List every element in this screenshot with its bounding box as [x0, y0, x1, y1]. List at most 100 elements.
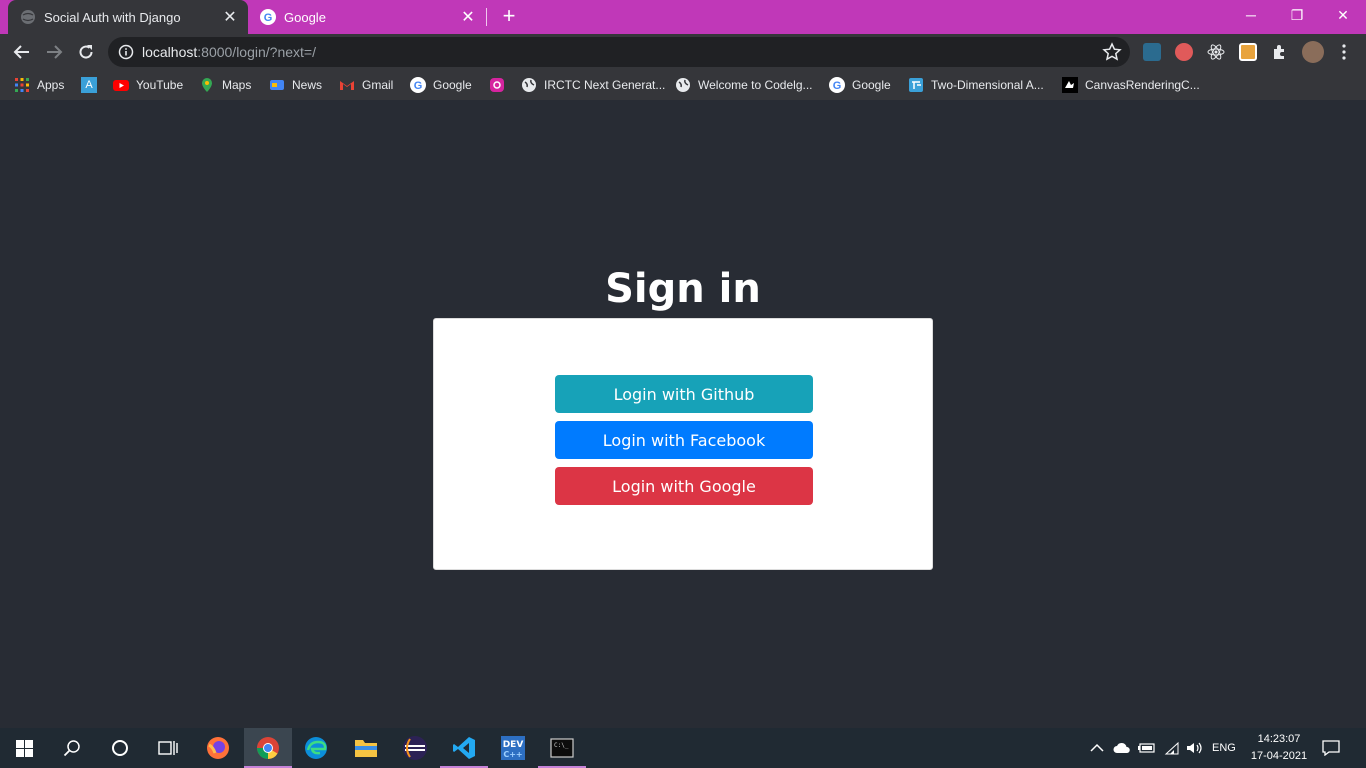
clock-date: 17-04-2021: [1250, 750, 1308, 762]
mdn-icon: [1062, 77, 1078, 93]
menu-kebab-icon[interactable]: [1332, 38, 1356, 66]
bookmark-maps[interactable]: Maps: [199, 76, 251, 94]
system-clock[interactable]: 14:23:07 17-04-2021: [1250, 731, 1308, 765]
page-title: Sign in: [605, 266, 761, 312]
bookmark-two-dimensional[interactable]: Two-Dimensional A...: [908, 76, 1044, 94]
input-language-button[interactable]: ENG: [1212, 728, 1240, 768]
windows-taskbar: DEV C++ C:\_ ENG 14:23:07 17-04-2021: [0, 728, 1366, 768]
bookmark-google[interactable]: G Google: [410, 76, 472, 94]
onedrive-button[interactable]: [1113, 728, 1133, 768]
bookmark-irctc[interactable]: IRCTC Next Generat...: [521, 76, 665, 94]
minimize-button[interactable]: ─: [1228, 0, 1274, 30]
taskbar-firefox[interactable]: [194, 728, 242, 768]
login-github-button[interactable]: Login with Github: [555, 375, 813, 413]
wifi-icon: [1164, 741, 1179, 755]
globe-icon: [21, 10, 35, 24]
svg-text:G: G: [833, 80, 842, 92]
bookmark-label: Welcome to Codelg...: [698, 78, 813, 92]
bookmark-codelg[interactable]: Welcome to Codelg...: [675, 76, 813, 94]
bookmark-a[interactable]: A: [81, 76, 104, 94]
restore-button[interactable]: ❐: [1274, 0, 1320, 30]
bookmark-label: YouTube: [136, 78, 184, 92]
bookmark-apps[interactable]: Apps: [14, 76, 64, 94]
news-icon: [270, 80, 284, 90]
close-tab-icon[interactable]: ✕: [220, 7, 240, 27]
cortana-button[interactable]: [96, 728, 144, 768]
task-view-icon: [158, 741, 178, 755]
apps-grid-icon: [15, 78, 29, 92]
puzzle-extensions-icon[interactable]: [1271, 43, 1289, 61]
action-center-button[interactable]: [1322, 728, 1344, 768]
bookmark-gmail[interactable]: Gmail: [339, 76, 393, 94]
battery-button[interactable]: [1138, 728, 1158, 768]
cortana-icon: [112, 740, 128, 756]
bookmark-canvas[interactable]: CanvasRenderingC...: [1062, 76, 1200, 94]
page-content: Sign in Login with Github Login with Fac…: [0, 100, 1366, 728]
bookmark-instagram[interactable]: [489, 76, 512, 94]
taskbar-edge[interactable]: [292, 728, 340, 768]
taskbar-terminal[interactable]: C:\_: [538, 728, 586, 768]
vscode-icon: [453, 737, 475, 759]
tab-title: Social Auth with Django: [44, 9, 181, 25]
login-google-button[interactable]: Login with Google: [555, 467, 813, 505]
arrow-left-icon: [13, 45, 29, 59]
svg-text:G: G: [414, 80, 423, 92]
close-window-button[interactable]: ✕: [1320, 0, 1366, 30]
back-button[interactable]: [8, 38, 36, 66]
bookmark-news[interactable]: News: [269, 76, 322, 94]
url-text[interactable]: localhost:8000/login/?next=/: [142, 44, 316, 60]
profile-avatar[interactable]: [1302, 41, 1324, 63]
windows-start-icon: [15, 739, 33, 757]
colorpicker-extension-icon[interactable]: [1239, 43, 1257, 61]
windows-start-button[interactable]: [0, 728, 48, 768]
taskbar-devcpp[interactable]: DEV C++: [489, 728, 537, 768]
bookmarks-bar: Apps A YouTube Maps News Gmail G Google …: [0, 70, 1366, 100]
globe-icon: [676, 78, 690, 92]
tab-google[interactable]: G Google ✕: [248, 0, 486, 34]
task-view-button[interactable]: [144, 728, 192, 768]
browser-toolbar: localhost:8000/login/?next=/: [0, 34, 1366, 70]
globe-icon: [522, 78, 536, 92]
tab-social-auth[interactable]: Social Auth with Django ✕: [8, 0, 248, 34]
login-facebook-button[interactable]: Login with Facebook: [555, 421, 813, 459]
new-tab-button[interactable]: +: [498, 5, 520, 28]
close-tab-icon[interactable]: ✕: [458, 7, 478, 27]
bookmark-label: IRCTC Next Generat...: [544, 78, 666, 92]
blue-doc-icon: [909, 78, 923, 92]
reload-button[interactable]: [72, 38, 100, 66]
wifi-button[interactable]: [1164, 728, 1184, 768]
react-devtools-icon[interactable]: [1207, 43, 1225, 61]
camera-extension-icon[interactable]: [1143, 43, 1161, 61]
taskbar-chrome[interactable]: [244, 728, 292, 768]
volume-button[interactable]: [1186, 728, 1206, 768]
a-square-icon: A: [81, 77, 97, 93]
clock-time: 14:23:07: [1257, 733, 1301, 745]
svg-text:DEV: DEV: [503, 740, 524, 750]
svg-text:G: G: [264, 12, 273, 24]
arrow-right-icon: [47, 45, 63, 59]
bookmark-label: Google: [852, 78, 891, 92]
reload-icon: [79, 45, 93, 59]
show-hidden-icons-button[interactable]: [1090, 728, 1108, 768]
star-bookmark-icon[interactable]: [1102, 42, 1122, 62]
taskbar-search-button[interactable]: [48, 728, 96, 768]
edge-icon: [305, 737, 327, 759]
info-icon[interactable]: [118, 44, 134, 60]
bookmark-label: Maps: [222, 78, 252, 92]
taskbar-file-explorer[interactable]: [342, 728, 390, 768]
youtube-icon: [113, 80, 129, 91]
search-icon: [63, 740, 80, 757]
login-card: Login with Github Login with Facebook Lo…: [433, 318, 933, 570]
instagram-icon: [490, 78, 504, 92]
bookmark-google-2[interactable]: G Google: [829, 76, 891, 94]
record-extension-icon[interactable]: [1175, 43, 1193, 61]
taskbar-eclipse[interactable]: [391, 728, 439, 768]
address-bar[interactable]: localhost:8000/login/?next=/: [108, 37, 1130, 67]
url-path: :8000/login/?next=/: [197, 44, 316, 60]
bookmark-label: CanvasRenderingC...: [1085, 78, 1200, 92]
forward-button[interactable]: [40, 38, 68, 66]
google-icon: G: [410, 77, 426, 93]
google-icon: G: [829, 77, 845, 93]
taskbar-vscode[interactable]: [440, 728, 488, 768]
bookmark-youtube[interactable]: YouTube: [113, 76, 183, 94]
